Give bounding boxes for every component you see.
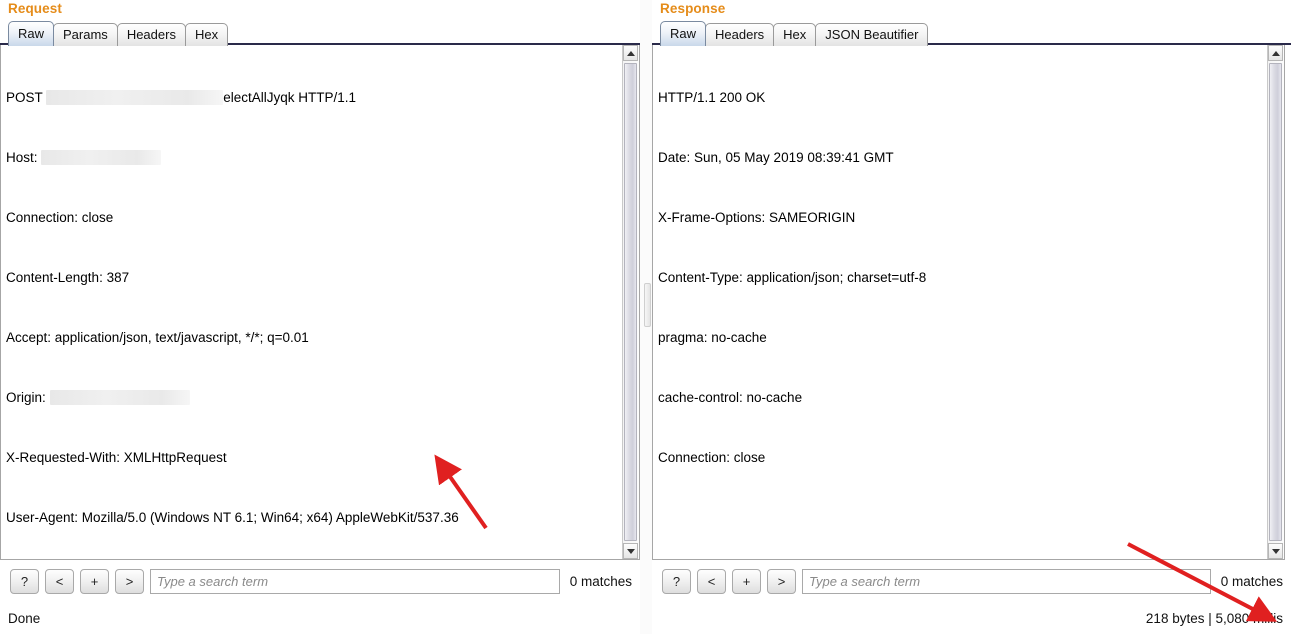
response-vertical-scrollbar[interactable]	[1267, 45, 1284, 559]
request-search-input[interactable]	[150, 568, 560, 594]
request-line-accept: Accept: application/json, text/javascrip…	[6, 330, 309, 345]
request-scroll-thumb[interactable]	[624, 63, 637, 541]
response-search-next-button[interactable]: >	[767, 568, 796, 594]
post-method-text: POST	[6, 90, 47, 105]
request-status-text: Done	[8, 611, 41, 626]
post-path-suffix: electAllJyqk HTTP/1.1	[223, 90, 357, 105]
response-scroll-up-arrow-icon[interactable]	[1268, 45, 1283, 61]
request-line-x-requested-with: X-Requested-With: XMLHttpRequest	[6, 450, 227, 465]
panel-splitter[interactable]	[640, 0, 652, 634]
request-scroll-up-arrow-icon[interactable]	[623, 45, 638, 61]
response-search-prev-button[interactable]: <	[697, 568, 726, 594]
response-tab-json-beautifier[interactable]: JSON Beautifier	[815, 23, 929, 46]
response-panel-title: Response	[660, 1, 726, 16]
request-tab-raw[interactable]: Raw	[8, 21, 55, 46]
request-tab-params[interactable]: Params	[53, 23, 118, 46]
response-tabbar: Raw Headers Hex JSON Beautifier	[652, 21, 1291, 46]
response-line-x-frame-options: X-Frame-Options: SAMEORIGIN	[658, 210, 856, 225]
request-search-add-button[interactable]: +	[80, 568, 109, 594]
response-status-text: 218 bytes | 5,080 millis	[1145, 611, 1283, 626]
response-line-connection: Connection: close	[658, 450, 766, 465]
burp-repeater-window: Request Raw Params Headers Hex POST electAl…	[0, 0, 1291, 634]
response-line-content-type: Content-Type: application/json; charset=…	[658, 270, 927, 285]
request-raw-text[interactable]: POST electAllJyqk HTTP/1.1 Host: Connect…	[1, 45, 623, 559]
request-panel-title: Request	[8, 1, 62, 16]
request-line-content-length: Content-Length: 387	[6, 270, 130, 285]
response-scroll-thumb[interactable]	[1269, 63, 1282, 541]
host-label: Host:	[6, 150, 42, 165]
response-search-input[interactable]	[802, 568, 1211, 594]
response-tab-headers[interactable]: Headers	[705, 23, 775, 46]
request-search-prev-button[interactable]: <	[45, 568, 74, 594]
response-blank-line	[658, 508, 1264, 528]
request-tab-headers[interactable]: Headers	[116, 23, 186, 46]
response-raw-text[interactable]: HTTP/1.1 200 OK Date: Sun, 05 May 2019 0…	[653, 45, 1268, 559]
request-vertical-scrollbar[interactable]	[622, 45, 639, 559]
splitter-grip-icon[interactable]	[644, 283, 651, 327]
response-line-status: HTTP/1.1 200 OK	[658, 90, 766, 105]
redacted-url	[46, 90, 224, 105]
origin-label: Origin:	[6, 390, 50, 405]
request-tab-hex[interactable]: Hex	[184, 23, 229, 46]
request-search-next-button[interactable]: >	[115, 568, 144, 594]
response-match-count: 0 matches	[1220, 573, 1283, 589]
redacted-host	[41, 150, 162, 165]
request-line-host: Host:	[6, 148, 619, 168]
request-tabbar: Raw Params Headers Hex	[0, 21, 640, 46]
response-tab-hex[interactable]: Hex	[773, 23, 817, 46]
request-panel: Request Raw Params Headers Hex POST electAl…	[0, 0, 640, 634]
response-line-pragma: pragma: no-cache	[658, 330, 767, 345]
response-search-help-button[interactable]: ?	[662, 568, 691, 594]
response-panel: Response Raw Headers Hex JSON Beautifier HT…	[652, 0, 1291, 634]
response-scroll-down-arrow-icon[interactable]	[1268, 543, 1283, 559]
request-scroll-down-arrow-icon[interactable]	[623, 543, 638, 559]
response-tab-raw[interactable]: Raw	[660, 21, 707, 46]
response-raw-viewer[interactable]: HTTP/1.1 200 OK Date: Sun, 05 May 2019 0…	[652, 45, 1285, 560]
request-line-origin: Origin:	[6, 388, 619, 408]
request-search-bar: ? < + > 0 matches	[0, 566, 640, 596]
request-raw-viewer[interactable]: POST electAllJyqk HTTP/1.1 Host: Connect…	[0, 45, 640, 560]
response-search-add-button[interactable]: +	[732, 568, 761, 594]
request-line-post: POST electAllJyqk HTTP/1.1	[6, 88, 619, 108]
response-line-date: Date: Sun, 05 May 2019 08:39:41 GMT	[658, 150, 894, 165]
redacted-origin	[49, 390, 190, 405]
request-search-help-button[interactable]: ?	[10, 568, 39, 594]
request-line-connection: Connection: close	[6, 210, 114, 225]
response-line-cache-control: cache-control: no-cache	[658, 390, 803, 405]
request-match-count: 0 matches	[569, 573, 632, 589]
response-search-bar: ? < + > 0 matches	[652, 566, 1291, 596]
request-line-user-agent-1: User-Agent: Mozilla/5.0 (Windows NT 6.1;…	[6, 510, 459, 525]
